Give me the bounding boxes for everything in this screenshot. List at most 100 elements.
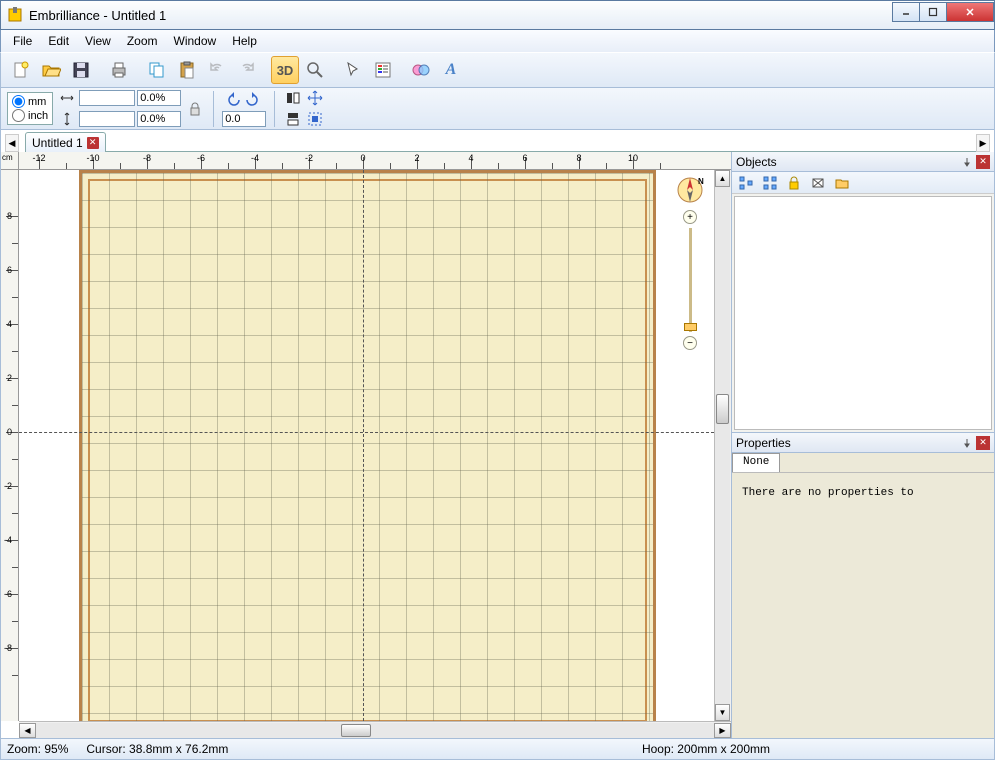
zoom-track[interactable] <box>689 228 692 332</box>
rotate-right-button[interactable] <box>244 90 264 110</box>
width-icon <box>57 88 77 108</box>
lock-aspect-button[interactable] <box>185 99 205 119</box>
text-tool-button[interactable]: A <box>437 56 465 84</box>
obj-folder-button[interactable] <box>832 173 852 193</box>
scroll-left-button[interactable]: ◀ <box>19 723 36 738</box>
center-button[interactable] <box>305 88 325 108</box>
menu-window[interactable]: Window <box>166 32 225 50</box>
properties-body: There are no properties to <box>732 473 994 738</box>
zoom-out-button[interactable]: − <box>683 336 697 350</box>
window-title: Embrilliance - Untitled 1 <box>29 8 893 23</box>
obj-lock-button[interactable] <box>784 173 804 193</box>
properties-pin-icon[interactable] <box>960 436 974 450</box>
zoom-slider[interactable]: + − <box>682 210 698 350</box>
svg-text:N: N <box>698 177 704 186</box>
paste-button[interactable] <box>173 56 201 84</box>
compass-icon: N <box>676 176 704 204</box>
horizontal-scrollbar[interactable]: ◀ ▶ <box>19 721 731 738</box>
properties-panel-title: Properties <box>736 436 958 450</box>
vertical-scrollbar[interactable]: ▲ ▼ <box>714 170 731 721</box>
center-line-h <box>19 432 714 433</box>
tab-close-button[interactable]: ✕ <box>87 137 99 149</box>
close-button[interactable] <box>946 2 994 22</box>
width-input[interactable] <box>79 90 135 106</box>
vscroll-thumb[interactable] <box>716 394 729 424</box>
title-bar: Embrilliance - Untitled 1 <box>0 0 995 30</box>
copy-button[interactable] <box>143 56 171 84</box>
obj-tool-1[interactable] <box>736 173 756 193</box>
merge-button[interactable] <box>407 56 435 84</box>
unit-mm-radio[interactable] <box>12 95 25 108</box>
ruler-unit-label: cm <box>1 152 19 170</box>
unit-inch-label: inch <box>28 110 48 122</box>
scroll-up-button[interactable]: ▲ <box>715 170 730 187</box>
rotate-left-button[interactable] <box>222 90 242 110</box>
unit-inch-radio[interactable] <box>12 109 25 122</box>
objects-toolbar <box>732 172 994 194</box>
new-button[interactable] <box>7 56 35 84</box>
obj-tool-4[interactable] <box>808 173 828 193</box>
tab-label: Untitled 1 <box>32 136 83 150</box>
menu-zoom[interactable]: Zoom <box>119 32 166 50</box>
properties-message: There are no properties to <box>742 487 914 499</box>
objects-panel: Objects ✕ <box>732 152 994 432</box>
ruler-horizontal: -12-10-8-6-4-20246810 <box>19 152 731 170</box>
unit-mm-label: mm <box>28 96 46 108</box>
properties-tab-none[interactable]: None <box>732 453 780 472</box>
status-zoom: Zoom: 95% <box>7 742 68 756</box>
objects-panel-title: Objects <box>736 155 958 169</box>
flip-h-button[interactable] <box>283 88 303 108</box>
zoom-thumb[interactable] <box>684 323 697 331</box>
pin-icon[interactable] <box>960 155 974 169</box>
height-pct-input[interactable] <box>137 111 181 127</box>
properties-tab-strip: None <box>732 453 994 473</box>
tab-scroll-right[interactable]: ▶ <box>976 134 990 152</box>
design-canvas[interactable]: N + − <box>19 170 714 721</box>
menu-file[interactable]: File <box>5 32 40 50</box>
status-cursor: Cursor: 38.8mm x 76.2mm <box>86 742 228 756</box>
select-tool-button[interactable] <box>339 56 367 84</box>
properties-panel: Properties ✕ None There are no propertie… <box>732 432 994 738</box>
menu-view[interactable]: View <box>77 32 119 50</box>
scroll-right-button[interactable]: ▶ <box>714 723 731 738</box>
objects-close-button[interactable]: ✕ <box>976 155 990 169</box>
height-input[interactable] <box>79 111 135 127</box>
objects-list[interactable] <box>734 196 992 430</box>
zoom-in-button[interactable]: + <box>683 210 697 224</box>
dimensions-toolbar: mm inch <box>0 88 995 130</box>
obj-tool-2[interactable] <box>760 173 780 193</box>
width-pct-input[interactable] <box>137 90 181 106</box>
print-button[interactable] <box>105 56 133 84</box>
zoom-tool-button[interactable] <box>301 56 329 84</box>
hoop-outline <box>79 170 656 721</box>
view-3d-button[interactable]: 3D <box>271 56 299 84</box>
hscroll-thumb[interactable] <box>341 724 371 737</box>
minimize-button[interactable] <box>892 2 920 22</box>
menu-bar: File Edit View Zoom Window Help <box>0 30 995 52</box>
document-tab-strip: ◀ Untitled 1 ✕ ▶ <box>0 130 995 152</box>
open-button[interactable] <box>37 56 65 84</box>
ruler-vertical: 86420-2-4-6-8 <box>1 170 19 721</box>
redo-button[interactable] <box>233 56 261 84</box>
align-button[interactable] <box>305 109 325 129</box>
maximize-button[interactable] <box>919 2 947 22</box>
scroll-down-button[interactable]: ▼ <box>715 704 730 721</box>
rotation-input[interactable] <box>222 111 266 127</box>
main-toolbar: 3D A <box>0 52 995 88</box>
center-line-v <box>363 170 364 721</box>
menu-help[interactable]: Help <box>224 32 265 50</box>
properties-close-button[interactable]: ✕ <box>976 436 990 450</box>
tab-untitled-1[interactable]: Untitled 1 ✕ <box>25 132 106 152</box>
status-bar: Zoom: 95% Cursor: 38.8mm x 76.2mm Hoop: … <box>0 738 995 760</box>
status-hoop: Hoop: 200mm x 200mm <box>642 742 770 756</box>
color-list-button[interactable] <box>369 56 397 84</box>
save-button[interactable] <box>67 56 95 84</box>
menu-edit[interactable]: Edit <box>40 32 77 50</box>
app-icon <box>7 7 23 23</box>
flip-v-button[interactable] <box>283 109 303 129</box>
height-icon <box>57 109 77 129</box>
unit-selector: mm inch <box>7 92 53 125</box>
canvas-area: cm -12-10-8-6-4-20246810 86420-2-4-6-8 N… <box>1 152 732 738</box>
tab-scroll-left[interactable]: ◀ <box>5 134 19 152</box>
undo-button[interactable] <box>203 56 231 84</box>
